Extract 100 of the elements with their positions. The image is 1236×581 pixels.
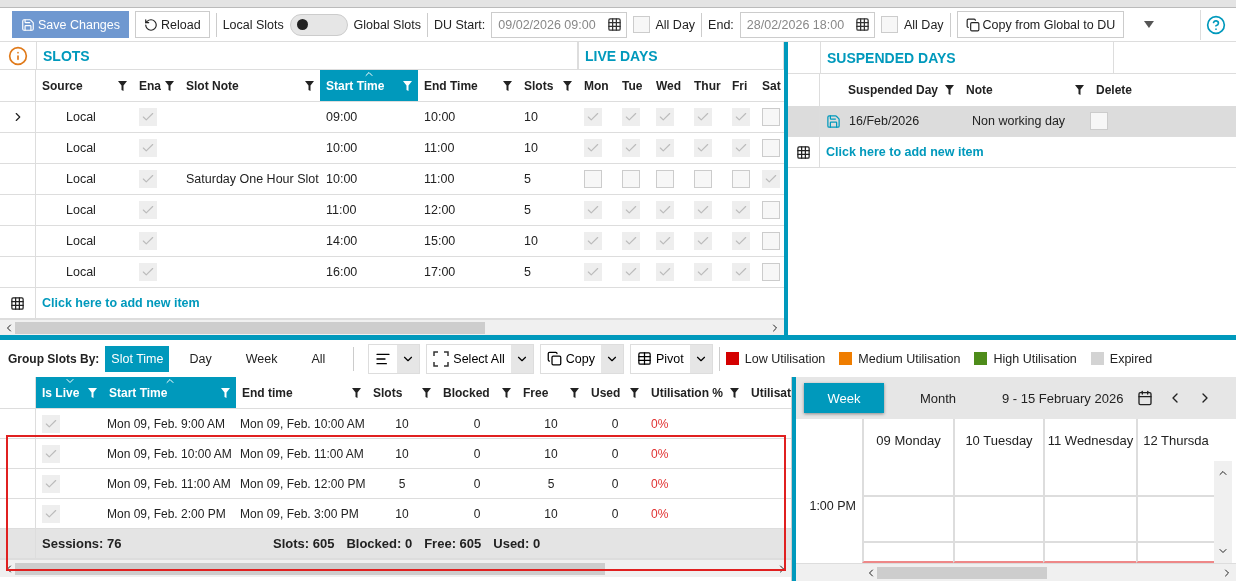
checkbox[interactable]: [584, 139, 602, 158]
checkbox[interactable]: [656, 232, 674, 251]
checkbox[interactable]: [694, 170, 712, 189]
checkbox[interactable]: [632, 16, 650, 33]
checkbox[interactable]: [42, 474, 60, 493]
grid-icon[interactable]: [855, 17, 870, 32]
column-header[interactable]: Blocked: [437, 377, 517, 408]
column-header[interactable]: Utilisat: [745, 377, 791, 408]
select-button[interactable]: Select All: [426, 343, 534, 374]
checkbox[interactable]: [139, 263, 157, 282]
filter-icon[interactable]: [165, 80, 174, 91]
column-header[interactable]: Fri: [726, 70, 756, 102]
column-header[interactable]: Sat: [756, 70, 788, 102]
checkbox[interactable]: [139, 232, 157, 251]
view-tab[interactable]: Month: [898, 383, 978, 413]
filter-icon[interactable]: [570, 387, 579, 398]
table-row[interactable]: 16/Feb/2026 Non working day: [788, 106, 1236, 137]
checkbox[interactable]: [762, 232, 780, 251]
column-header[interactable]: Mon: [578, 70, 616, 102]
pivot-button[interactable]: Pivot: [629, 343, 713, 374]
filter-icon[interactable]: [630, 387, 639, 398]
checkbox[interactable]: [732, 201, 750, 220]
group-option[interactable]: All: [305, 345, 332, 372]
checkbox[interactable]: [622, 232, 640, 251]
filter-icon[interactable]: [422, 387, 431, 398]
scrollbar-thumb[interactable]: [15, 321, 485, 334]
checkbox[interactable]: [732, 139, 750, 158]
checkbox[interactable]: [622, 263, 640, 282]
checkbox[interactable]: [42, 414, 60, 433]
help-icon[interactable]: [1205, 14, 1226, 35]
filter-icon[interactable]: [502, 387, 511, 398]
checkbox[interactable]: [139, 139, 157, 158]
copy-button[interactable]: Copy: [539, 343, 624, 374]
column-header[interactable]: Slots: [518, 70, 578, 102]
checkbox[interactable]: [732, 232, 750, 251]
scrollbar-thumb[interactable]: [877, 566, 1047, 579]
day-column[interactable]: [1136, 461, 1214, 563]
reload-button[interactable]: Reload: [135, 11, 210, 38]
checkbox[interactable]: [762, 108, 780, 127]
checkbox[interactable]: [762, 201, 780, 220]
checkbox[interactable]: [732, 263, 750, 282]
filter-icon[interactable]: [563, 80, 572, 91]
filter-icon[interactable]: [118, 80, 127, 91]
checkbox[interactable]: [622, 139, 640, 158]
calendar-icon[interactable]: [1137, 390, 1154, 406]
filter-icon[interactable]: [1075, 85, 1084, 95]
column-header[interactable]: Ena: [133, 70, 180, 102]
checkbox[interactable]: [584, 201, 602, 220]
checkbox[interactable]: [694, 263, 712, 282]
column-header[interactable]: Thur: [688, 70, 726, 102]
checkbox[interactable]: [762, 139, 780, 158]
column-header[interactable]: Free: [517, 377, 585, 408]
column-header[interactable]: Note: [960, 74, 1090, 106]
checkbox[interactable]: [656, 170, 674, 189]
filter-icon[interactable]: [352, 387, 361, 398]
day-column[interactable]: [862, 461, 953, 563]
column-header[interactable]: Used: [585, 377, 645, 408]
dropdown-icon[interactable]: [1144, 20, 1155, 29]
mode-toggle[interactable]: [289, 13, 348, 36]
checkbox[interactable]: [139, 201, 157, 220]
checkbox[interactable]: [584, 108, 602, 127]
day-column[interactable]: [953, 461, 1043, 563]
checkbox[interactable]: [584, 232, 602, 251]
checkbox[interactable]: [694, 139, 712, 158]
checkbox[interactable]: [656, 139, 674, 158]
checkbox[interactable]: [694, 232, 712, 251]
align-button[interactable]: [368, 343, 421, 374]
column-header[interactable]: Tue: [616, 70, 650, 102]
column-header[interactable]: End Time: [418, 70, 518, 102]
filter-icon[interactable]: [305, 80, 314, 91]
checkbox[interactable]: [732, 108, 750, 127]
column-header[interactable]: Slot Note: [180, 70, 320, 102]
checkbox[interactable]: [656, 201, 674, 220]
checkbox[interactable]: [622, 201, 640, 220]
checkbox[interactable]: [694, 108, 712, 127]
checkbox[interactable]: [656, 263, 674, 282]
filter-icon[interactable]: [503, 80, 512, 91]
checkbox[interactable]: [584, 170, 602, 189]
checkbox[interactable]: [139, 108, 157, 127]
checkbox[interactable]: [762, 263, 780, 282]
grid-icon[interactable]: [606, 17, 622, 32]
filter-icon[interactable]: [945, 85, 954, 95]
column-header[interactable]: Delete: [1090, 74, 1230, 106]
checkbox[interactable]: [622, 170, 640, 189]
checkbox[interactable]: [881, 16, 898, 33]
checkbox[interactable]: [622, 108, 640, 127]
checkbox[interactable]: [762, 170, 780, 189]
checkbox[interactable]: [656, 108, 674, 127]
group-option[interactable]: Week: [239, 345, 284, 372]
date-field[interactable]: 09/02/2026 09:00: [491, 11, 627, 38]
column-header[interactable]: Source: [36, 70, 133, 102]
checkbox[interactable]: [694, 201, 712, 220]
column-header[interactable]: Utilisation %: [645, 377, 745, 408]
day-column[interactable]: [1043, 461, 1136, 563]
date-field[interactable]: 28/02/2026 18:00: [739, 11, 875, 38]
checkbox[interactable]: [732, 170, 750, 189]
checkbox[interactable]: [1090, 112, 1108, 130]
column-header[interactable]: End time: [236, 377, 367, 408]
checkbox[interactable]: [42, 504, 60, 523]
checkbox[interactable]: [42, 444, 60, 463]
